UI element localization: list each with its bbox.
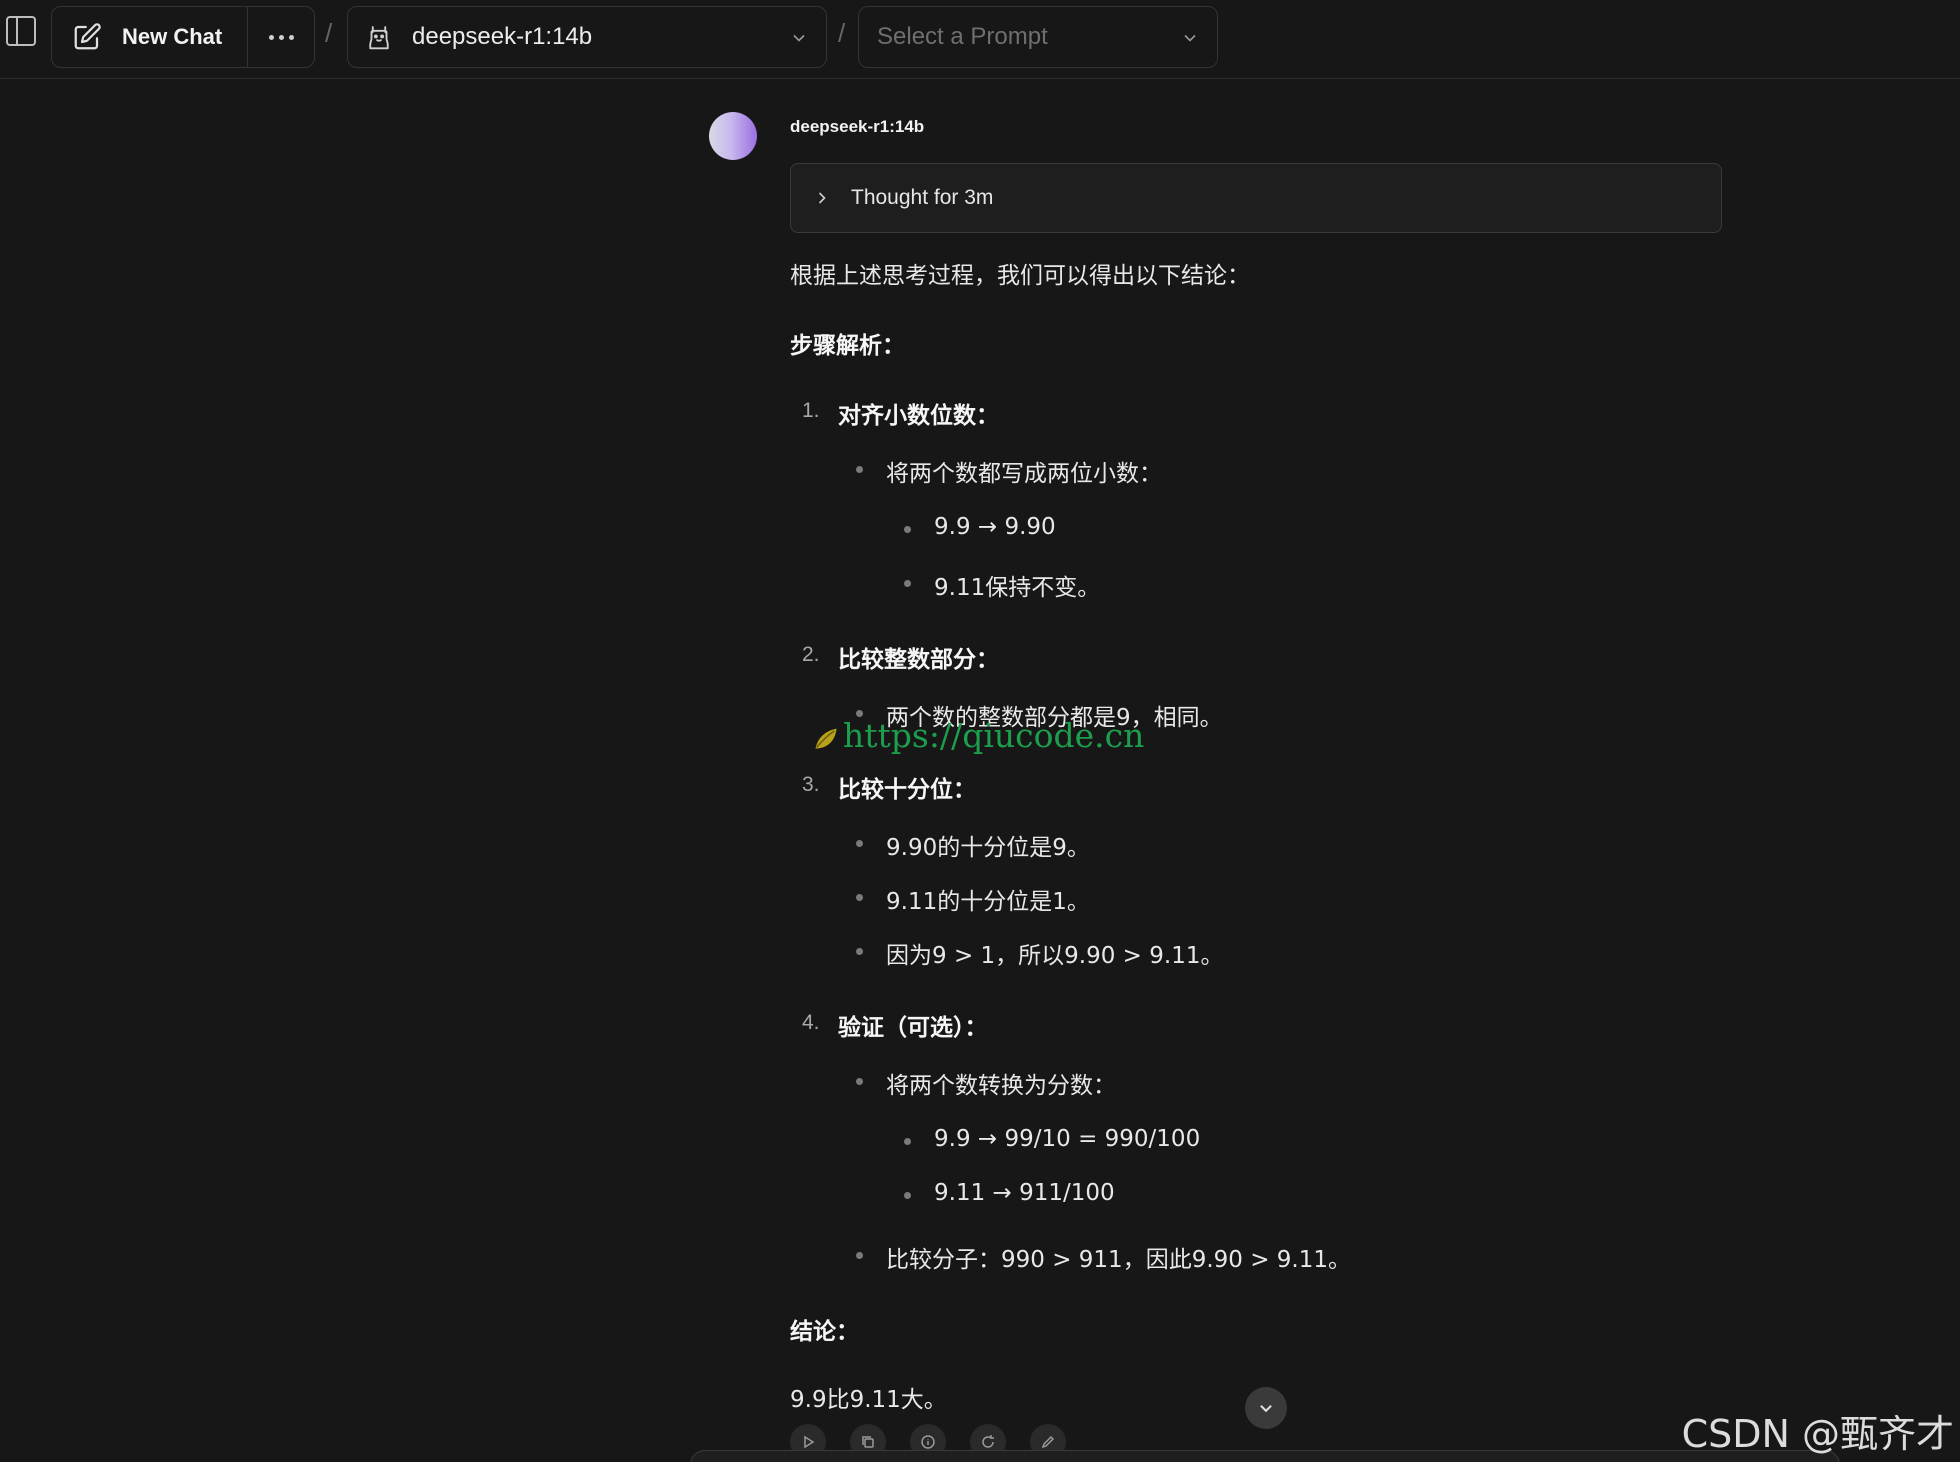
llama-icon [369,26,389,50]
bullet-icon [856,1078,863,1085]
breadcrumb-separator: / [838,18,846,48]
bullet-icon [856,1252,863,1259]
model-avatar [709,112,757,160]
watermark-url: https://qiucode.cn [843,716,1145,755]
bullet-icon [904,526,911,533]
prompt-selector[interactable]: Select a Prompt [858,6,1218,68]
list-item: 比较分子：990 > 911，因此9.90 > 9.11。 [886,1247,1352,1273]
list-item: 9.90的十分位是9。 [886,835,1090,861]
step-number: 4. [802,1011,820,1034]
leaf-icon [815,728,837,749]
chat-page: New Chat / deepseek-r1:14b / Select a Pr… [0,0,1960,1462]
model-selector[interactable]: deepseek-r1:14b [347,6,827,68]
list-item: 9.11的十分位是1。 [886,889,1090,915]
copy-icon [862,1436,874,1448]
step-number: 3. [802,773,820,796]
thought-toggle[interactable]: Thought for 3m [790,163,1722,233]
pencil-icon [1041,1435,1055,1449]
edit-icon [74,23,101,50]
bullet-icon [856,894,863,901]
more-options-button[interactable] [248,7,314,67]
refresh-icon [982,1435,994,1448]
bullet-icon [856,840,863,847]
list-item: 将两个数转换为分数： [886,1073,1116,1099]
bullet-icon [904,1138,911,1145]
more-dot-icon [288,34,294,40]
conclusion-heading: 结论： [790,1319,859,1345]
chevron-down-icon [1260,1404,1272,1413]
step-number: 2. [802,643,820,666]
list-item: 9.11保持不变。 [934,575,1101,601]
new-chat-label: New Chat [122,24,223,49]
step-title: 验证（可选）： [838,1015,988,1041]
more-dot-icon [268,34,274,40]
steps-heading: 步骤解析： [790,333,905,359]
message-input[interactable] [690,1450,1840,1462]
list-item: 9.9 → 99/10 = 990/100 [934,1126,1201,1152]
model-label: deepseek-r1:14b [412,23,593,50]
step-title: 对齐小数位数： [838,403,999,429]
step-title: 比较十分位： [838,777,976,803]
bullet-icon [904,1192,911,1199]
scroll-to-bottom-button[interactable] [1245,1387,1287,1429]
step-number: 1. [802,399,820,422]
conclusion-text: 9.9比9.11大。 [790,1387,947,1413]
chevron-right-icon [818,192,826,204]
new-chat-group: New Chat [51,6,315,68]
bullet-icon [904,580,911,587]
sidebar-toggle-icon[interactable] [6,16,36,46]
new-chat-button[interactable]: New Chat [52,7,248,67]
bullet-icon [856,948,863,955]
step-title: 比较整数部分： [838,647,999,673]
list-item: 将两个数都写成两位小数： [886,461,1162,487]
list-item: 9.11 → 911/100 [934,1180,1115,1206]
play-icon [804,1435,815,1449]
csdn-watermark: CSDN @甄齐才 [1681,1412,1954,1456]
info-icon [921,1435,935,1449]
more-dot-icon [278,34,284,40]
top-bar: New Chat / deepseek-r1:14b / Select a Pr… [0,0,1960,79]
list-item: 9.9 → 9.90 [934,514,1056,540]
message-model-name: deepseek-r1:14b [790,117,925,136]
chevron-down-icon [1184,34,1196,42]
breadcrumb-separator: / [325,18,333,48]
thought-label: Thought for 3m [851,186,994,209]
list-item: 因为9 > 1，所以9.90 > 9.11。 [886,943,1224,969]
prompt-placeholder: Select a Prompt [877,23,1048,50]
chevron-down-icon [793,34,805,42]
intro-text: 根据上述思考过程，我们可以得出以下结论： [790,263,1250,289]
bullet-icon [856,466,863,473]
